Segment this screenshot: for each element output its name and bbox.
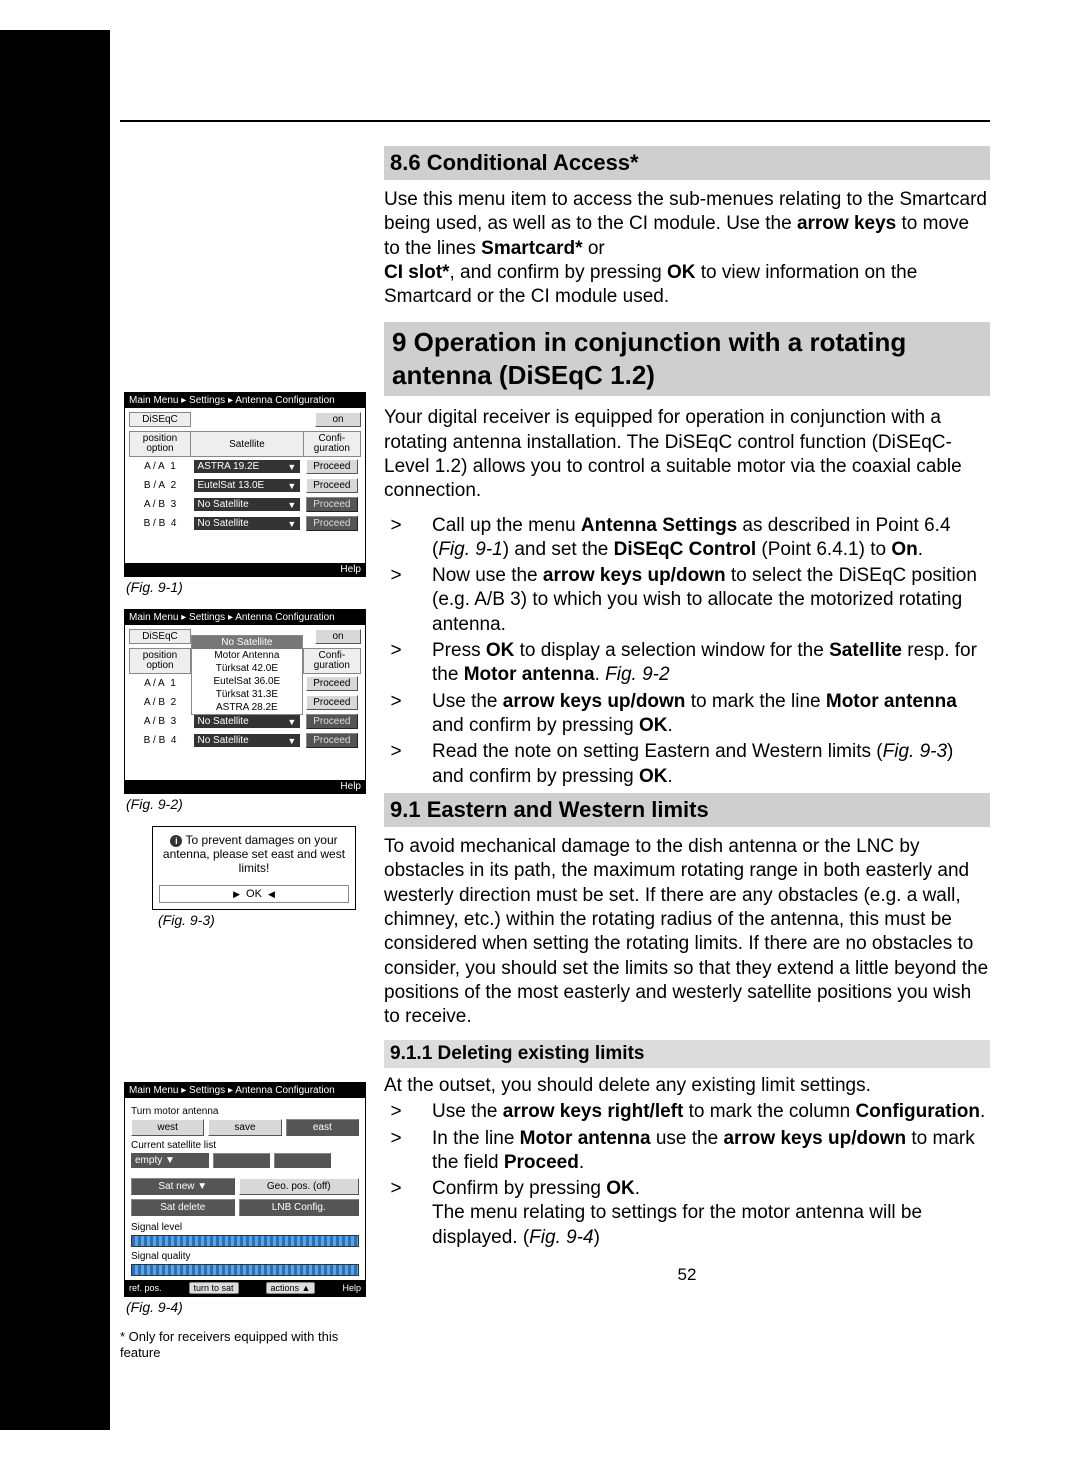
fig-caption: (Fig. 9-1) bbox=[126, 579, 370, 595]
subsection-heading-9-1-1: 9.1.1 Deleting existing limits bbox=[384, 1040, 990, 1068]
fig-breadcrumb: Main Menu ▸ Settings ▸ Antenna Configura… bbox=[125, 393, 365, 408]
help-footer[interactable]: Help bbox=[125, 563, 365, 576]
fig-9-3: i To prevent damages on your antenna, pl… bbox=[152, 826, 356, 910]
table-row: B / B 4No Satellite▼Proceed bbox=[130, 514, 361, 533]
sat-delete-button[interactable]: Sat delete bbox=[131, 1199, 235, 1216]
fig-caption: (Fig. 9-2) bbox=[126, 796, 370, 812]
footnote: * Only for receivers equipped with this … bbox=[120, 1329, 370, 1362]
fig-caption: (Fig. 9-3) bbox=[158, 912, 370, 928]
lnb-config-button[interactable]: LNB Config. bbox=[239, 1199, 359, 1216]
top-rule bbox=[120, 120, 990, 122]
para-9-1: To avoid mechanical damage to the dish a… bbox=[384, 835, 990, 1030]
table-row: B / A 2EutelSat 13.0E▼Proceed bbox=[130, 476, 361, 495]
west-button[interactable]: west bbox=[131, 1119, 204, 1136]
satellite-dropdown[interactable]: No Satellite Motor Antenna Türksat 42.0E… bbox=[191, 635, 303, 715]
info-icon: i bbox=[170, 835, 182, 847]
help-link[interactable]: Help bbox=[342, 1283, 361, 1293]
page-content: Main Menu ▸ Settings ▸ Antenna Configura… bbox=[110, 0, 1080, 1467]
signal-level-bar bbox=[131, 1235, 359, 1247]
section-heading-9-1: 9.1 Eastern and Western limits bbox=[384, 793, 990, 827]
fig-9-4: Main Menu ▸ Settings ▸ Antenna Configura… bbox=[124, 1082, 366, 1297]
turn-to-sat-button[interactable]: turn to sat bbox=[189, 1282, 239, 1294]
actions-button[interactable]: actions ▲ bbox=[266, 1282, 316, 1294]
geo-pos-button[interactable]: Geo. pos. (off) bbox=[239, 1178, 359, 1195]
bullet-list-9-1-1: >Use the arrow keys right/left to mark t… bbox=[384, 1100, 990, 1250]
para-9-intro: Your digital receiver is equipped for op… bbox=[384, 406, 990, 503]
col-sat: Satellite bbox=[191, 432, 304, 457]
chapter-heading-9: 9 Operation in conjunction with a rotati… bbox=[384, 322, 990, 397]
empty-dropdown[interactable]: empty ▼ bbox=[131, 1153, 209, 1168]
page-number: 52 bbox=[384, 1264, 990, 1286]
table-row: A / A 1ASTRA 19.2E▼Proceed bbox=[130, 457, 361, 477]
figure-column: Main Menu ▸ Settings ▸ Antenna Configura… bbox=[120, 142, 370, 1362]
fig-breadcrumb: Main Menu ▸ Settings ▸ Antenna Configura… bbox=[125, 610, 365, 625]
section-heading-8-6: 8.6 Conditional Access* bbox=[384, 146, 990, 180]
save-button[interactable]: save bbox=[208, 1119, 281, 1136]
bullet-list-9: >Call up the menu Antenna Settings as de… bbox=[384, 514, 990, 789]
antenna-table: position option Satellite Confi-guration… bbox=[129, 431, 361, 533]
fig-9-2: Main Menu ▸ Settings ▸ Antenna Configura… bbox=[124, 609, 366, 794]
signal-quality-bar bbox=[131, 1264, 359, 1276]
ok-button[interactable]: ▶OK◀ bbox=[159, 885, 349, 903]
fig-caption: (Fig. 9-4) bbox=[126, 1299, 370, 1315]
sat-new-button[interactable]: Sat new ▼ bbox=[131, 1178, 235, 1195]
col-conf: Confi-guration bbox=[303, 432, 360, 457]
col-pos: position option bbox=[130, 432, 191, 457]
east-button[interactable]: east bbox=[286, 1119, 359, 1136]
text-column: 8.6 Conditional Access* Use this menu it… bbox=[384, 142, 990, 1362]
manual-page: Main Menu ▸ Settings ▸ Antenna Configura… bbox=[0, 0, 1080, 1467]
on-toggle[interactable]: on bbox=[315, 412, 361, 427]
para-9-1-1-intro: At the outset, you should delete any exi… bbox=[384, 1074, 990, 1098]
diseqc-label: DiSEqC bbox=[129, 412, 191, 427]
para-8-6: Use this menu item to access the sub-men… bbox=[384, 188, 990, 310]
black-margin bbox=[0, 30, 110, 1430]
fig-9-1: Main Menu ▸ Settings ▸ Antenna Configura… bbox=[124, 392, 366, 577]
table-row: A / B 3No Satellite▼Proceed bbox=[130, 495, 361, 514]
